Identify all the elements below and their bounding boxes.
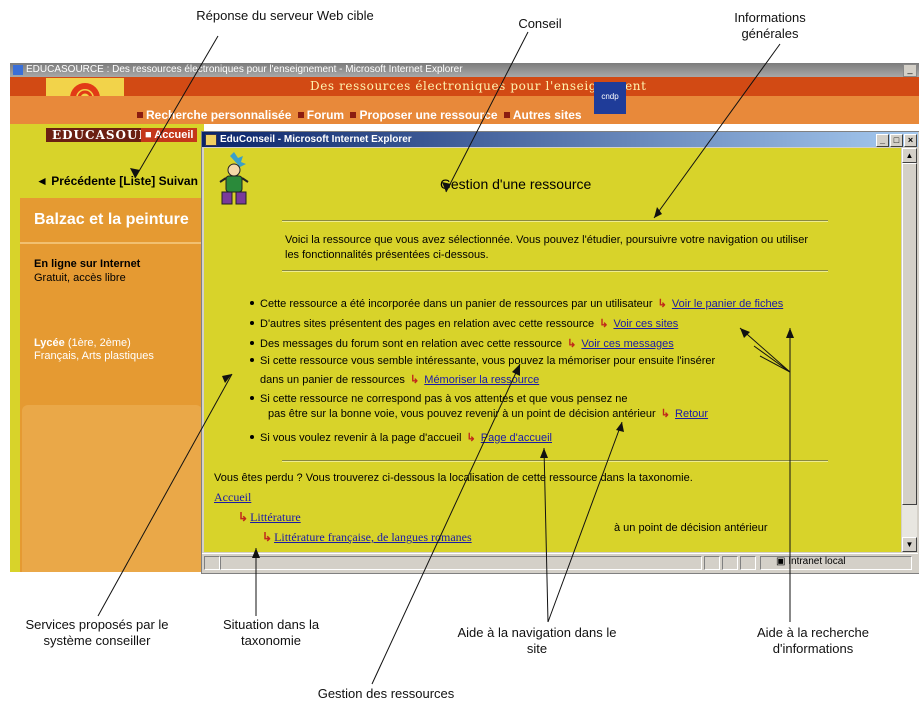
callout-lines	[97, 31, 794, 685]
